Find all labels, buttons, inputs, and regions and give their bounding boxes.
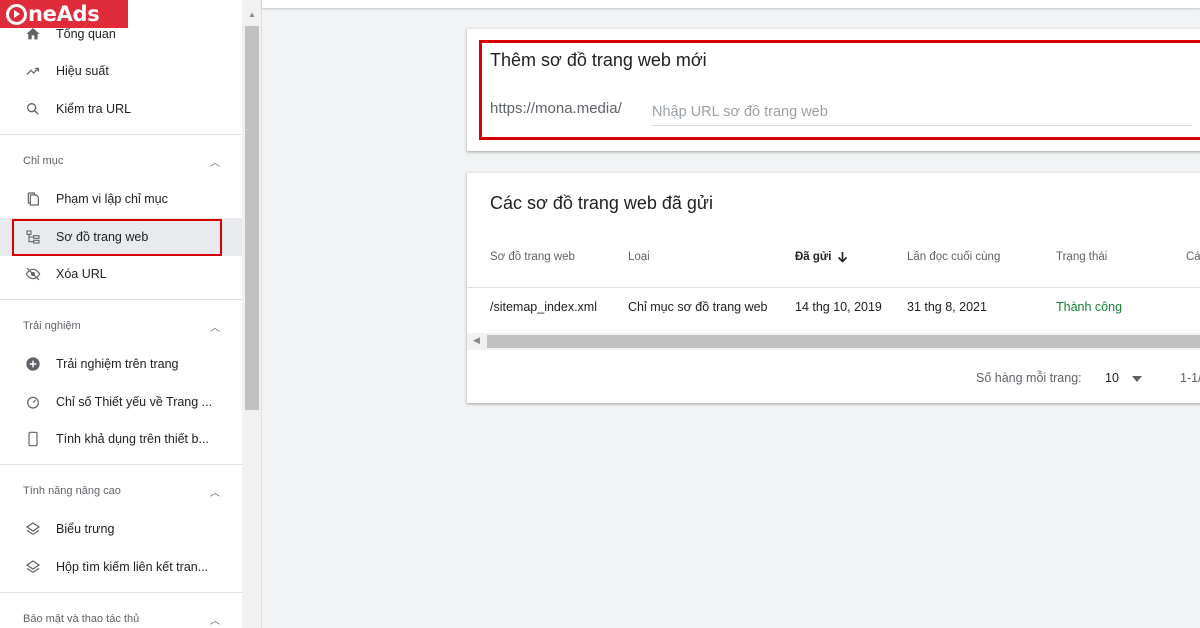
sidebar-divider bbox=[0, 592, 242, 593]
sidebar-item-label: Phạm vi lập chỉ mục bbox=[56, 192, 168, 206]
sidebar-item-label: Xóa URL bbox=[56, 267, 107, 281]
column-header-status[interactable]: Trạng thái bbox=[1056, 251, 1107, 263]
add-sitemap-title: Thêm sơ đồ trang web mới bbox=[490, 50, 707, 70]
section-experience-header[interactable]: Trải nghiệm ︿ bbox=[0, 311, 242, 341]
sitemap-url-prefix: https://mona.media/ bbox=[490, 100, 622, 117]
copy-icon bbox=[24, 190, 42, 208]
cell-last-read: 31 thg 8, 2021 bbox=[907, 300, 987, 314]
section-security-header[interactable]: Bảo mật và thao tác thủ ︿ bbox=[0, 604, 242, 628]
cell-type: Chỉ mục sơ đồ trang web bbox=[628, 300, 768, 314]
sidebar-item-label: Sơ đồ trang web bbox=[56, 230, 149, 244]
sidebar-divider bbox=[0, 134, 242, 135]
section-title: Trải nghiệm bbox=[23, 320, 81, 332]
top-app-bar bbox=[262, 0, 1200, 8]
oneads-logo: neAds bbox=[0, 0, 128, 28]
speed-icon bbox=[24, 393, 42, 411]
eye-off-icon bbox=[24, 265, 42, 283]
trending-up-icon bbox=[24, 62, 42, 80]
sidebar-item-sitemaps[interactable]: Sơ đồ trang web bbox=[0, 218, 242, 256]
add-sitemap-card bbox=[467, 29, 1200, 151]
chevron-up-icon: ︿ bbox=[210, 615, 220, 627]
table-horizontal-scrollbar[interactable]: ◀ bbox=[467, 333, 1200, 350]
sidebar-item-logos[interactable]: Biểu trưng bbox=[0, 510, 242, 548]
sidebar-item-label: Tính khả dụng trên thiết b... bbox=[56, 432, 209, 446]
section-index-header[interactable]: Chỉ mục ︿ bbox=[0, 146, 242, 176]
rows-per-page-select[interactable]: 10 bbox=[1105, 371, 1119, 385]
sidebar-item-label: Chỉ số Thiết yếu về Trang ... bbox=[56, 395, 213, 409]
add-circle-icon bbox=[24, 355, 42, 373]
section-title: Tính năng nâng cao bbox=[23, 485, 121, 497]
sidebar-item-coverage[interactable]: Phạm vi lập chỉ mục bbox=[0, 180, 242, 218]
sidebar-item-removals[interactable]: Xóa URL bbox=[0, 255, 242, 293]
section-title: Chỉ mục bbox=[23, 155, 64, 167]
sidebar-item-label: Kiểm tra URL bbox=[56, 102, 132, 116]
arrow-down-icon bbox=[837, 251, 848, 263]
sidebar-item-url-inspection[interactable]: Kiểm tra URL bbox=[0, 90, 242, 128]
cell-status: Thành công bbox=[1056, 300, 1123, 314]
column-header-sitemap[interactable]: Sơ đồ trang web bbox=[490, 251, 575, 263]
sidebar-item-label: Hiệu suất bbox=[56, 64, 109, 78]
sidebar-item-sitelinks-searchbox[interactable]: Hộp tìm kiếm liên kết tran... bbox=[0, 548, 242, 586]
pagination-range: 1-1/ bbox=[1180, 371, 1200, 385]
scroll-up-arrow-icon[interactable]: ▲ bbox=[242, 8, 262, 22]
sidebar-item-performance[interactable]: Hiệu suất bbox=[0, 52, 242, 90]
search-icon bbox=[24, 100, 42, 118]
scroll-left-arrow-icon[interactable]: ◀ bbox=[473, 335, 480, 346]
sidebar: Tổng quan Hiệu suất Kiểm tra URL Chỉ mục… bbox=[0, 0, 242, 628]
chevron-up-icon: ︿ bbox=[210, 487, 220, 499]
sidebar-scrollbar[interactable]: ▲ bbox=[242, 0, 262, 628]
smartphone-icon bbox=[24, 430, 42, 448]
sidebar-item-label: Trải nghiệm trên trang bbox=[56, 357, 179, 371]
chevron-up-icon: ︿ bbox=[210, 322, 220, 334]
column-header-type[interactable]: Loại bbox=[628, 251, 650, 263]
submitted-sitemaps-title: Các sơ đồ trang web đã gửi bbox=[490, 193, 713, 213]
column-header-submitted-label: Đã gửi bbox=[795, 251, 832, 263]
rows-per-page-label: Số hàng mỗi trang: bbox=[976, 371, 1082, 385]
column-header-last-read[interactable]: Lần đọc cuối cùng bbox=[907, 251, 1000, 263]
sidebar-item-page-experience[interactable]: Trải nghiệm trên trang bbox=[0, 345, 242, 383]
section-title: Bảo mật và thao tác thủ bbox=[23, 613, 140, 625]
cell-sitemap: /sitemap_index.xml bbox=[490, 300, 597, 314]
layers-icon bbox=[24, 520, 42, 538]
sitemap-icon bbox=[24, 228, 42, 246]
sidebar-divider bbox=[0, 299, 242, 300]
sidebar-item-label: Tổng quan bbox=[56, 27, 116, 41]
table-header-divider bbox=[467, 287, 1200, 288]
sidebar-item-label: Biểu trưng bbox=[56, 522, 115, 536]
sidebar-divider bbox=[0, 464, 242, 465]
sitemap-url-input[interactable] bbox=[652, 98, 1192, 126]
sidebar-item-label: Hộp tìm kiếm liên kết tran... bbox=[56, 560, 209, 574]
play-logo-icon bbox=[6, 3, 27, 25]
sidebar-item-core-web-vitals[interactable]: Chỉ số Thiết yếu về Trang ... bbox=[0, 383, 242, 421]
logo-text: neAds bbox=[28, 2, 100, 26]
scrollbar-thumb[interactable] bbox=[245, 26, 259, 410]
sidebar-item-mobile-usability[interactable]: Tính khả dụng trên thiết b... bbox=[0, 420, 242, 458]
section-enhancements-header[interactable]: Tính năng nâng cao ︿ bbox=[0, 476, 242, 506]
column-header-truncated[interactable]: Cá bbox=[1186, 251, 1200, 263]
chevron-up-icon: ︿ bbox=[210, 157, 220, 169]
column-header-submitted[interactable]: Đã gửi bbox=[795, 251, 848, 263]
dropdown-arrow-icon[interactable] bbox=[1132, 371, 1142, 385]
layers-icon bbox=[24, 558, 42, 576]
horizontal-scrollbar-thumb[interactable] bbox=[487, 335, 1200, 348]
cell-submitted: 14 thg 10, 2019 bbox=[795, 300, 882, 314]
